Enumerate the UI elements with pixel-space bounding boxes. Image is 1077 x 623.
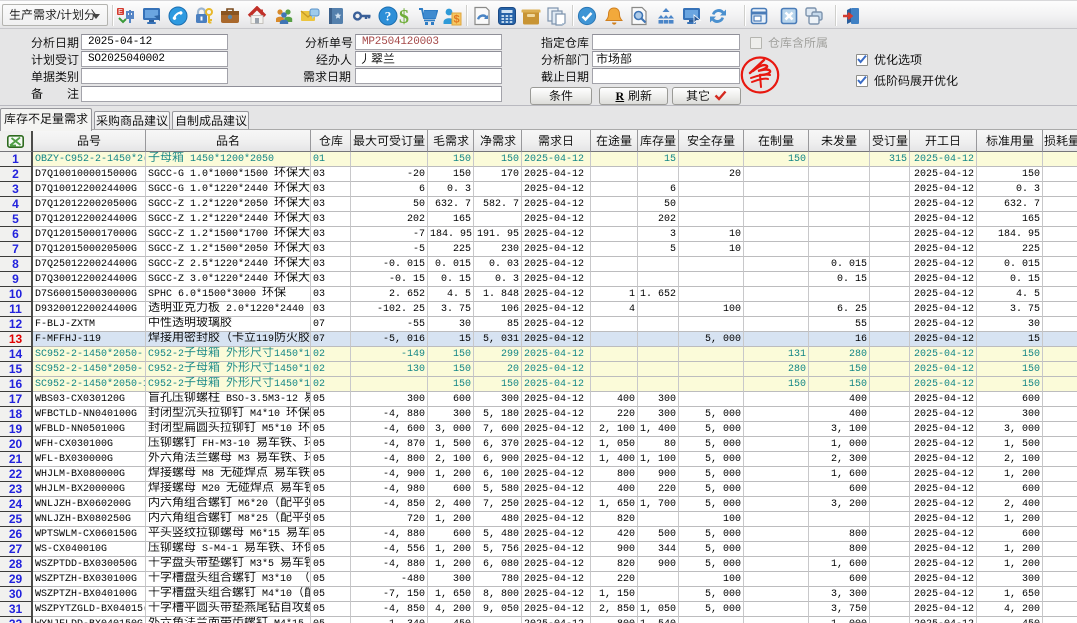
svg-text:$: $ [453, 14, 459, 26]
svg-text:E: E [118, 9, 123, 16]
svg-text:$: $ [399, 6, 409, 26]
svg-text:?: ? [385, 9, 392, 24]
